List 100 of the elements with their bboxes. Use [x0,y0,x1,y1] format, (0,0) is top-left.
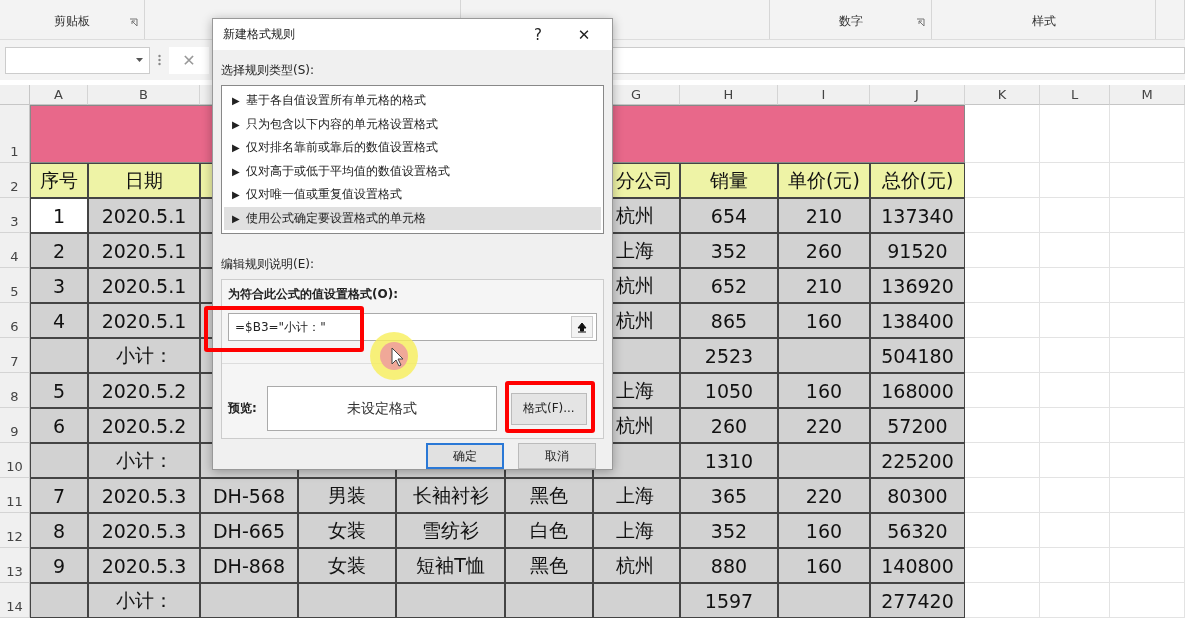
table-cell: 杭州 [593,548,680,583]
table-cell: 4 [30,303,88,338]
table-cell: 160 [778,303,870,338]
rule-type-item[interactable]: ▶ 使用公式确定要设置格式的单元格 [224,206,601,230]
edit-rule-label: 编辑规则说明(E): [221,256,315,273]
row-header[interactable]: 7 [0,338,30,373]
upload-arrow-icon [577,321,587,333]
preview-label: 预览: [228,400,257,417]
table-cell [30,583,88,618]
column-header[interactable]: A [30,85,88,105]
table-cell: 260 [680,408,778,443]
cursor-icon [368,330,420,382]
table-cell: 654 [680,198,778,233]
column-header[interactable]: K [965,85,1040,105]
row-header[interactable]: 3 [0,198,30,233]
ok-button[interactable]: 确定 [426,443,504,469]
table-cell: 138400 [870,303,965,338]
table-cell: DH-868 [200,548,298,583]
table-cell: 小计： [88,443,200,478]
table-cell: 210 [778,268,870,303]
collapse-button[interactable] [571,316,593,338]
format-button[interactable]: 格式(F)... [510,392,587,425]
table-cell: 2020.5.2 [88,408,200,443]
table-cell: 序号 [30,163,88,198]
column-header[interactable]: L [1040,85,1110,105]
table-cell: 雪纺衫 [396,513,505,548]
column-header[interactable]: I [778,85,870,105]
row-header[interactable]: 12 [0,513,30,548]
dialog-title: 新建格式规则 [223,26,296,43]
table-cell: 2020.5.1 [88,233,200,268]
table-cell: 短袖T恤 [396,548,505,583]
help-button[interactable]: ? [520,24,556,45]
table-cell: 上海 [593,478,680,513]
table-cell: 白色 [505,513,593,548]
table-cell: 9 [30,548,88,583]
table-cell: 上海 [593,513,680,548]
table-cell: 652 [680,268,778,303]
table-cell: 男装 [298,478,396,513]
row-header[interactable]: 5 [0,268,30,303]
table-cell: 2020.5.1 [88,303,200,338]
table-cell: 2020.5.1 [88,198,200,233]
row-header[interactable]: 4 [0,233,30,268]
table-cell: 504180 [870,338,965,373]
table-cell: 1 [30,198,88,233]
table-cell: 225200 [870,443,965,478]
preview-box: 未设定格式 [266,386,497,431]
table-cell: 140800 [870,548,965,583]
table-cell: 210 [778,198,870,233]
table-cell: 137340 [870,198,965,233]
table-cell: DH-568 [200,478,298,513]
table-cell: 2020.5.3 [88,478,200,513]
row-header[interactable]: 10 [0,443,30,478]
table-cell: 女装 [298,513,396,548]
formula-label: 为符合此公式的值设置格式(O): [228,286,399,303]
table-cell: 单价(元) [778,163,870,198]
table-cell: 日期 [88,163,200,198]
table-cell: 160 [778,373,870,408]
table-cell: 小计： [88,583,200,618]
table-cell: 黑色 [505,548,593,583]
table-cell: 销量 [680,163,778,198]
table-cell: 2020.5.3 [88,548,200,583]
row-header[interactable]: 11 [0,478,30,513]
rule-type-label: 选择规则类型(S): [221,62,316,79]
row-header[interactable]: 2 [0,163,30,198]
table-cell: 365 [680,478,778,513]
table-cell [30,338,88,373]
column-header[interactable]: B [88,85,200,105]
table-cell: 352 [680,513,778,548]
table-cell: 880 [680,548,778,583]
table-cell: 7 [30,478,88,513]
table-cell: 352 [680,233,778,268]
more-icon [158,54,161,66]
table-cell: 3 [30,268,88,303]
table-cell: 220 [778,478,870,513]
cancel-button[interactable]: 取消 [518,443,596,469]
table-cell: 2020.5.3 [88,513,200,548]
table-cell: 865 [680,303,778,338]
column-header[interactable]: J [870,85,965,105]
table-cell: 168000 [870,373,965,408]
row-header[interactable]: 8 [0,373,30,408]
dialog-launcher-icon[interactable] [916,18,925,27]
table-cell: 小计： [88,338,200,373]
row-header[interactable]: 9 [0,408,30,443]
formula-input[interactable]: =$B3="小计：" [228,313,597,341]
table-cell: 136920 [870,268,965,303]
table-cell: 黑色 [505,478,593,513]
close-button[interactable]: ✕ [566,24,602,45]
table-cell: 56320 [870,513,965,548]
row-header[interactable]: 14 [0,583,30,618]
table-cell: 长袖衬衫 [396,478,505,513]
row-header[interactable]: 6 [0,303,30,338]
ribbon-group-label: 样式 [1031,13,1056,30]
table-cell: 2020.5.1 [88,268,200,303]
row-header[interactable]: 13 [0,548,30,583]
table-cell: 57200 [870,408,965,443]
dialog-launcher-icon[interactable] [129,18,138,27]
dropdown-caret-icon [136,58,143,62]
row-header[interactable]: 1 [0,105,30,163]
column-header[interactable]: H [680,85,778,105]
column-header[interactable]: M [1110,85,1185,105]
